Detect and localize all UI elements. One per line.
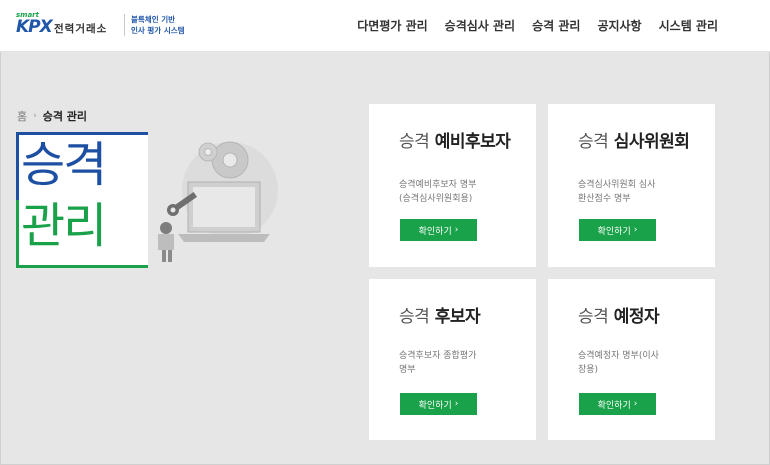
confirm-button[interactable]: 확인하기 › bbox=[579, 219, 656, 241]
card-description: 승격예비후보자 명부 (승격심사위원회용) bbox=[399, 178, 514, 206]
card-candidates: 승격 후보자 승격후보자 종합평가 명부 확인하기 › bbox=[369, 279, 536, 440]
chevron-right-icon: › bbox=[633, 399, 638, 409]
breadcrumb-home[interactable]: 홈 bbox=[17, 108, 27, 124]
page-title-line2: 관리 bbox=[21, 198, 107, 254]
card-title: 승격 예정자 bbox=[578, 307, 703, 327]
nav-item-promotion-management[interactable]: 승격 관리 bbox=[532, 17, 580, 34]
card-review-committee: 승격 심사위원회 승격심사위원회 심사 환산점수 명부 확인하기 › bbox=[548, 104, 715, 267]
card-title-bold: 후보자 bbox=[434, 307, 481, 327]
kpx-logo[interactable]: smart KPX 전력거래소 bbox=[16, 11, 126, 41]
breadcrumb-current: 승격 관리 bbox=[42, 110, 88, 123]
card-title-bold: 예정자 bbox=[613, 307, 660, 327]
card-desc-line1: 승격후보자 종합평가 bbox=[399, 351, 477, 361]
card-title-light: 승격 bbox=[578, 307, 609, 327]
chevron-right-icon: › bbox=[454, 399, 459, 409]
confirm-button[interactable]: 확인하기 › bbox=[579, 393, 656, 415]
card-description: 승격심사위원회 심사 환산점수 명부 bbox=[578, 178, 693, 206]
card-title-light: 승격 bbox=[399, 307, 430, 327]
page-title-top-box: 승격 bbox=[16, 132, 152, 202]
card-title: 승격 심사위원회 bbox=[578, 132, 703, 152]
laptop-gear-illustration bbox=[148, 130, 278, 270]
chevron-right-icon: › bbox=[633, 225, 638, 235]
small-gear-icon bbox=[198, 142, 218, 162]
card-desc-line2: (승격심사위원회용) bbox=[399, 194, 473, 204]
confirm-button[interactable]: 확인하기 › bbox=[400, 393, 477, 415]
chevron-right-icon: › bbox=[454, 225, 459, 235]
card-prospective-promotees: 승격 예정자 승격예정자 명부(이사 장용) 확인하기 › bbox=[548, 279, 715, 440]
card-reserve-candidates: 승격 예비후보자 승격예비후보자 명부 (승격심사위원회용) 확인하기 › bbox=[369, 104, 536, 267]
nav-item-promotion-review[interactable]: 승격심사 관리 bbox=[445, 17, 515, 34]
nav-item-system-management[interactable]: 시스템 관리 bbox=[659, 17, 718, 34]
card-desc-line1: 승격예정자 명부(이사 bbox=[578, 351, 659, 361]
page-title-line1: 승격 bbox=[21, 137, 107, 193]
logo-divider bbox=[124, 14, 125, 36]
nav-item-notices[interactable]: 공지사항 bbox=[597, 17, 641, 34]
page-title-bottom-box: 관리 bbox=[16, 200, 152, 268]
card-desc-line1: 승격예비후보자 명부 bbox=[399, 180, 477, 190]
logo-org-name: 전력거래소 bbox=[54, 23, 108, 35]
card-title-light: 승격 bbox=[578, 132, 609, 152]
top-header: smart KPX 전력거래소 블록체인 기반 인사 평가 시스템 다면평가 관… bbox=[0, 0, 770, 52]
card-title-light: 승격 bbox=[399, 132, 430, 152]
card-title: 승격 예비후보자 bbox=[399, 132, 524, 152]
card-description: 승격후보자 종합평가 명부 bbox=[399, 349, 514, 377]
card-desc-line2: 환산점수 명부 bbox=[578, 194, 631, 204]
system-subtitle: 블록체인 기반 인사 평가 시스템 bbox=[131, 14, 185, 36]
card-description: 승격예정자 명부(이사 장용) bbox=[578, 349, 693, 377]
nav-item-multi-evaluation[interactable]: 다면평가 관리 bbox=[357, 17, 427, 34]
confirm-button[interactable]: 확인하기 › bbox=[400, 219, 477, 241]
confirm-button-label: 확인하기 bbox=[418, 226, 452, 237]
confirm-button-label: 확인하기 bbox=[597, 226, 631, 237]
main-nav: 다면평가 관리 승격심사 관리 승격 관리 공지사항 시스템 관리 bbox=[357, 17, 718, 34]
logo-kpx-text: KPX bbox=[16, 17, 53, 37]
card-desc-line1: 승격심사위원회 심사 bbox=[578, 180, 656, 190]
card-title: 승격 후보자 bbox=[399, 307, 524, 327]
breadcrumb: 홈 › 승격 관리 bbox=[17, 108, 87, 124]
chevron-right-icon: › bbox=[33, 111, 37, 121]
gear-icon bbox=[211, 141, 249, 179]
card-title-bold: 심사위원회 bbox=[613, 132, 690, 152]
confirm-button-label: 확인하기 bbox=[418, 400, 452, 411]
subtitle-line2: 인사 평가 시스템 bbox=[131, 26, 185, 35]
page-title: 승격 관리 bbox=[16, 132, 152, 268]
subtitle-line1: 블록체인 기반 bbox=[131, 15, 176, 24]
confirm-button-label: 확인하기 bbox=[597, 400, 631, 411]
card-desc-line2: 장용) bbox=[578, 365, 599, 375]
card-title-bold: 예비후보자 bbox=[434, 132, 511, 152]
card-desc-line2: 명부 bbox=[399, 365, 416, 375]
